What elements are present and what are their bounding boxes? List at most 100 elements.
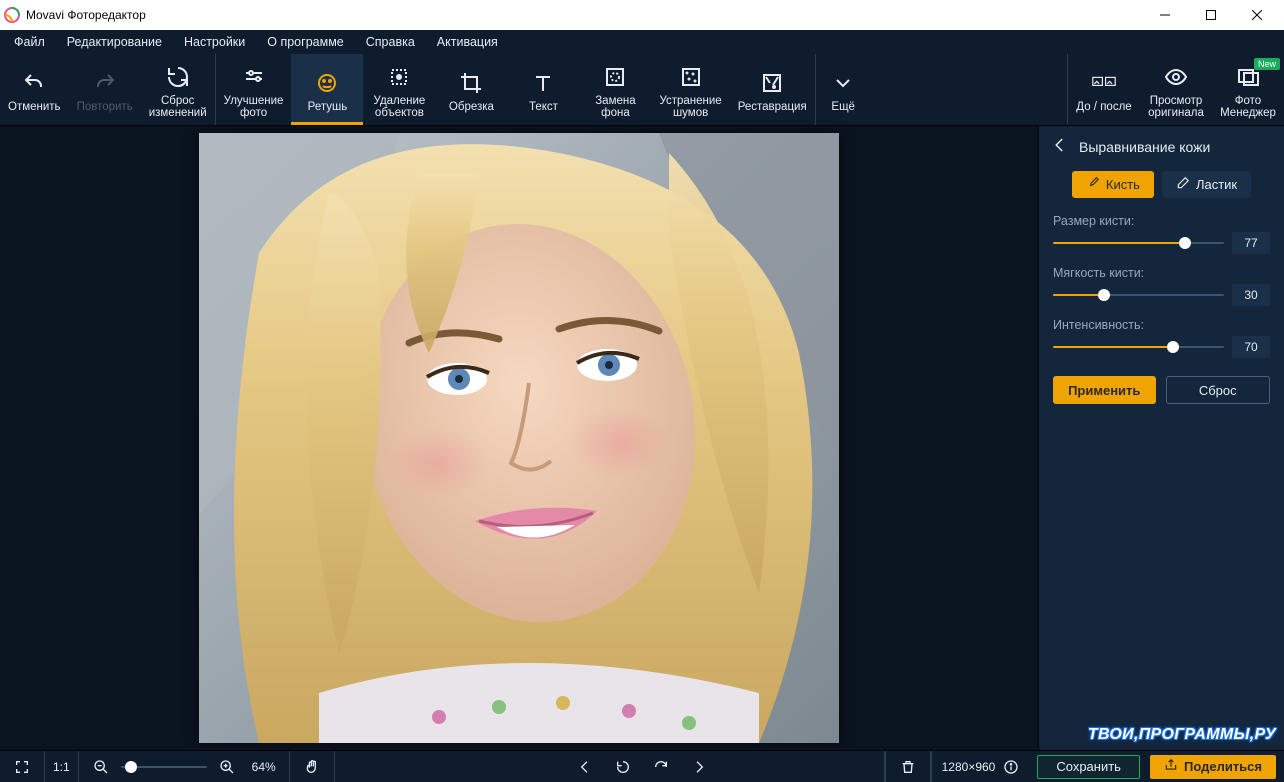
- window-title: Movavi Фоторедактор: [26, 8, 1142, 22]
- toolbar-view-group: До / после Просмотр оригинала New Фото М…: [1067, 54, 1284, 125]
- fullscreen-icon[interactable]: [8, 751, 36, 782]
- menu-about[interactable]: О программе: [257, 32, 353, 52]
- apply-button[interactable]: Применить: [1053, 376, 1156, 404]
- retouch-label: Ретушь: [308, 101, 348, 113]
- tool-background-replace[interactable]: Замена фона: [579, 54, 651, 125]
- info-icon[interactable]: [1003, 759, 1019, 775]
- reset-label: Сброс изменений: [149, 95, 207, 119]
- denoise-icon: [679, 63, 703, 91]
- erase-icon: [387, 63, 411, 91]
- delete-section: [885, 751, 931, 782]
- back-arrow-icon[interactable]: [1051, 136, 1069, 157]
- photo-preview: [199, 133, 839, 743]
- menu-activation[interactable]: Активация: [427, 32, 508, 52]
- undo-button[interactable]: Отменить: [0, 54, 69, 125]
- menubar: Файл Редактирование Настройки О программ…: [0, 30, 1284, 54]
- zoom-out-icon[interactable]: [87, 751, 115, 782]
- photo-manager-button[interactable]: New Фото Менеджер: [1212, 54, 1284, 125]
- menu-file[interactable]: Файл: [4, 32, 55, 52]
- brush-size-slider[interactable]: [1053, 235, 1224, 251]
- photo-manager-label: Фото Менеджер: [1220, 95, 1276, 119]
- enhance-label: Улучшение фото: [224, 95, 284, 119]
- share-label: Поделиться: [1184, 759, 1262, 774]
- rotate-left-icon[interactable]: [613, 759, 633, 775]
- eye-icon: [1164, 63, 1188, 91]
- window-maximize-button[interactable]: [1188, 0, 1234, 30]
- ratio-label: 1:1: [53, 760, 70, 774]
- crop-icon: [459, 69, 483, 97]
- bottom-actions: Сохранить Поделиться: [1029, 751, 1284, 782]
- menu-settings[interactable]: Настройки: [174, 32, 255, 52]
- save-button[interactable]: Сохранить: [1037, 755, 1140, 779]
- before-after-button[interactable]: До / после: [1068, 54, 1140, 125]
- side-panel: Выравнивание кожи Кисть Ластик Размер ки…: [1038, 126, 1284, 750]
- eraser-mode-button[interactable]: Ластик: [1162, 171, 1251, 198]
- eraser-label: Ластик: [1196, 177, 1237, 192]
- redo-icon: [93, 69, 117, 97]
- tool-more[interactable]: Ещё: [815, 54, 871, 125]
- zoom-in-icon[interactable]: [213, 751, 241, 782]
- brush-icon: [1086, 176, 1100, 193]
- main-toolbar: Отменить Повторить Сброс изменений Улучш…: [0, 54, 1284, 126]
- main-area: Выравнивание кожи Кисть Ластик Размер ки…: [0, 126, 1284, 750]
- dimensions-section: 1280×960: [931, 751, 1030, 782]
- prev-image-icon[interactable]: [575, 759, 595, 775]
- brush-softness-value[interactable]: 30: [1232, 284, 1270, 306]
- menu-edit[interactable]: Редактирование: [57, 32, 172, 52]
- denoise-label: Устранение шумов: [659, 95, 721, 119]
- brush-size-label: Размер кисти:: [1053, 214, 1270, 228]
- ratio-section[interactable]: 1:1: [45, 751, 79, 782]
- before-after-label: До / после: [1076, 101, 1131, 113]
- tool-retouch[interactable]: Ретушь: [291, 54, 363, 125]
- brush-size-group: Размер кисти: 77: [1039, 210, 1284, 262]
- intensity-label: Интенсивность:: [1053, 318, 1270, 332]
- view-original-button[interactable]: Просмотр оригинала: [1140, 54, 1212, 125]
- side-panel-title: Выравнивание кожи: [1079, 139, 1210, 155]
- redo-button[interactable]: Повторить: [69, 54, 141, 125]
- brush-mode-button[interactable]: Кисть: [1072, 171, 1154, 198]
- chevron-down-icon: [831, 69, 855, 97]
- crop-label: Обрезка: [449, 101, 494, 113]
- rotate-right-icon[interactable]: [651, 759, 671, 775]
- intensity-value[interactable]: 70: [1232, 336, 1270, 358]
- next-image-icon[interactable]: [689, 759, 709, 775]
- bgreplace-icon: [603, 63, 627, 91]
- brush-softness-label: Мягкость кисти:: [1053, 266, 1270, 280]
- tool-denoise[interactable]: Устранение шумов: [651, 54, 729, 125]
- intensity-slider[interactable]: [1053, 339, 1224, 355]
- menu-help[interactable]: Справка: [356, 32, 425, 52]
- reset-button[interactable]: Сброс: [1166, 376, 1271, 404]
- tool-erase-objects[interactable]: Удаление объектов: [363, 54, 435, 125]
- brush-label: Кисть: [1106, 177, 1140, 192]
- watermark: ТВОИ,ПРОГРАММЫ,РУ: [1088, 726, 1276, 744]
- brush-softness-slider[interactable]: [1053, 287, 1224, 303]
- tool-text[interactable]: Текст: [507, 54, 579, 125]
- zoom-slider[interactable]: [121, 760, 207, 774]
- tool-restoration[interactable]: Реставрация: [730, 54, 815, 125]
- window-minimize-button[interactable]: [1142, 0, 1188, 30]
- bottom-bar: 1:1 64% 1280×960 Сохранить Поделиться: [0, 750, 1284, 782]
- bgreplace-label: Замена фона: [595, 95, 635, 119]
- trash-icon[interactable]: [894, 751, 922, 782]
- toolbar-tools-group: Улучшение фото Ретушь Удаление объектов …: [216, 54, 1067, 125]
- nav-center: [575, 759, 709, 775]
- canvas-area[interactable]: [0, 126, 1038, 750]
- erase-label: Удаление объектов: [374, 95, 426, 119]
- share-button[interactable]: Поделиться: [1150, 755, 1276, 779]
- brush-size-value[interactable]: 77: [1232, 232, 1270, 254]
- redo-label: Повторить: [77, 101, 133, 113]
- tool-enhance[interactable]: Улучшение фото: [216, 54, 292, 125]
- text-label: Текст: [529, 101, 558, 113]
- tool-crop[interactable]: Обрезка: [435, 54, 507, 125]
- share-icon: [1164, 758, 1178, 775]
- titlebar: Movavi Фоторедактор: [0, 0, 1284, 30]
- more-label: Ещё: [831, 101, 855, 113]
- hand-icon[interactable]: [298, 751, 326, 782]
- brush-mode-toggle: Кисть Ластик: [1039, 167, 1284, 210]
- intensity-group: Интенсивность: 70: [1039, 314, 1284, 366]
- view-original-label: Просмотр оригинала: [1148, 95, 1204, 119]
- reset-icon: [166, 63, 190, 91]
- app-logo-icon: [4, 7, 20, 23]
- reset-changes-button[interactable]: Сброс изменений: [141, 54, 215, 125]
- window-close-button[interactable]: [1234, 0, 1280, 30]
